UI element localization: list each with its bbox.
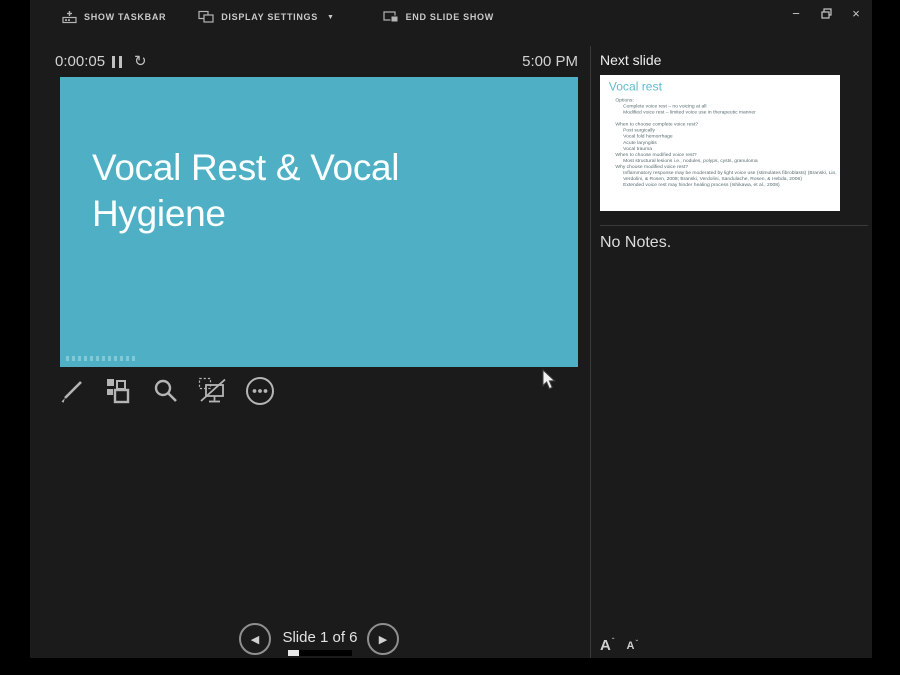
black-screen-icon — [198, 377, 226, 403]
next-slide-thumbnail-content: Vocal rest Options: Complete voice rest –… — [600, 75, 840, 188]
next-slide-header: Next slide — [600, 52, 662, 68]
thumbnail-text-line: Inflammatory response may be moderated b… — [623, 169, 837, 182]
next-slide-thumbnail[interactable]: Vocal rest Options: Complete voice rest –… — [600, 75, 840, 211]
pause-icon — [119, 56, 122, 68]
restart-timer-button[interactable]: ↻ — [134, 52, 147, 70]
display-settings-button[interactable]: DISPLAY SETTINGS ▼ — [198, 10, 334, 24]
elapsed-timer: 0:00:05 — [55, 53, 106, 70]
current-time: 5:00 PM — [522, 53, 578, 70]
previous-slide-button[interactable]: ◀ — [239, 623, 271, 655]
magnifier-icon — [154, 379, 177, 402]
increase-text-label: A — [600, 637, 611, 654]
next-arrow-icon: ▶ — [378, 633, 388, 646]
annotation-toolbar — [56, 374, 276, 408]
restore-button[interactable] — [816, 4, 836, 22]
panel-divider — [590, 46, 591, 658]
caret-down-icon: ˇ — [635, 639, 639, 648]
show-taskbar-button[interactable]: SHOW TASKBAR — [62, 10, 166, 24]
display-settings-icon — [198, 10, 214, 23]
taskbar-icon — [62, 11, 77, 24]
thumbnail-slide-title: Vocal rest — [608, 79, 662, 94]
black-screen-button[interactable] — [197, 374, 229, 408]
previous-arrow-icon: ◀ — [250, 633, 260, 646]
chevron-down-icon: ▼ — [326, 13, 335, 21]
pause-timer-button[interactable] — [112, 56, 122, 68]
mouse-cursor — [542, 369, 556, 390]
display-settings-label: DISPLAY SETTINGS — [221, 12, 318, 22]
decrease-text-size-button[interactable]: A ˇ — [627, 640, 639, 653]
slide-footer-text — [66, 356, 138, 361]
end-slide-show-label: END SLIDE SHOW — [405, 12, 494, 22]
see-all-slides-button[interactable] — [103, 374, 135, 408]
close-button[interactable]: × — [846, 4, 866, 22]
current-slide[interactable]: Vocal Rest & Vocal Hygiene — [60, 77, 578, 390]
end-slide-show-button[interactable]: END SLIDE SHOW — [383, 10, 494, 24]
notes-font-size-controls: A ˆ A ˇ — [600, 637, 639, 654]
notes-text: No Notes. — [600, 234, 672, 251]
pen-icon — [61, 381, 82, 403]
slide-progress-fill — [288, 650, 299, 656]
restore-icon — [820, 7, 832, 19]
next-slide-button[interactable]: ▶ — [367, 623, 399, 655]
slide-counter: Slide 1 of 6 — [282, 629, 358, 646]
zoom-slide-button[interactable] — [150, 374, 182, 408]
pause-icon — [112, 56, 115, 68]
show-taskbar-label: SHOW TASKBAR — [84, 12, 167, 22]
notes-divider — [600, 225, 868, 226]
presenter-view-screen: SHOW TASKBAR DISPLAY SETTINGS ▼ END SLID… — [0, 0, 900, 675]
thumbnail-text-line: Extended voice rest may hinder healing p… — [623, 181, 780, 188]
minimize-button[interactable]: − — [786, 4, 806, 22]
slide-grid-icon — [107, 379, 130, 404]
slide-title: Vocal Rest & Vocal Hygiene — [92, 147, 400, 234]
presenter-view-window: SHOW TASKBAR DISPLAY SETTINGS ▼ END SLID… — [30, 0, 872, 658]
pen-tool-button[interactable] — [56, 374, 88, 408]
increase-text-size-button[interactable]: A ˆ — [600, 637, 615, 654]
next-slide-thumbnail-body: Options: Complete voice rest – no voicing… — [609, 97, 840, 188]
ellipsis-icon — [246, 377, 274, 405]
decrease-text-label: A — [626, 640, 635, 652]
title-bar: SHOW TASKBAR DISPLAY SETTINGS ▼ END SLID… — [30, 0, 872, 34]
window-controls: − × — [786, 4, 866, 22]
slideshow-progress-bar — [288, 650, 352, 656]
more-options-button[interactable] — [244, 374, 276, 408]
end-slide-show-icon — [383, 11, 399, 23]
caret-up-icon: ˆ — [611, 637, 615, 646]
